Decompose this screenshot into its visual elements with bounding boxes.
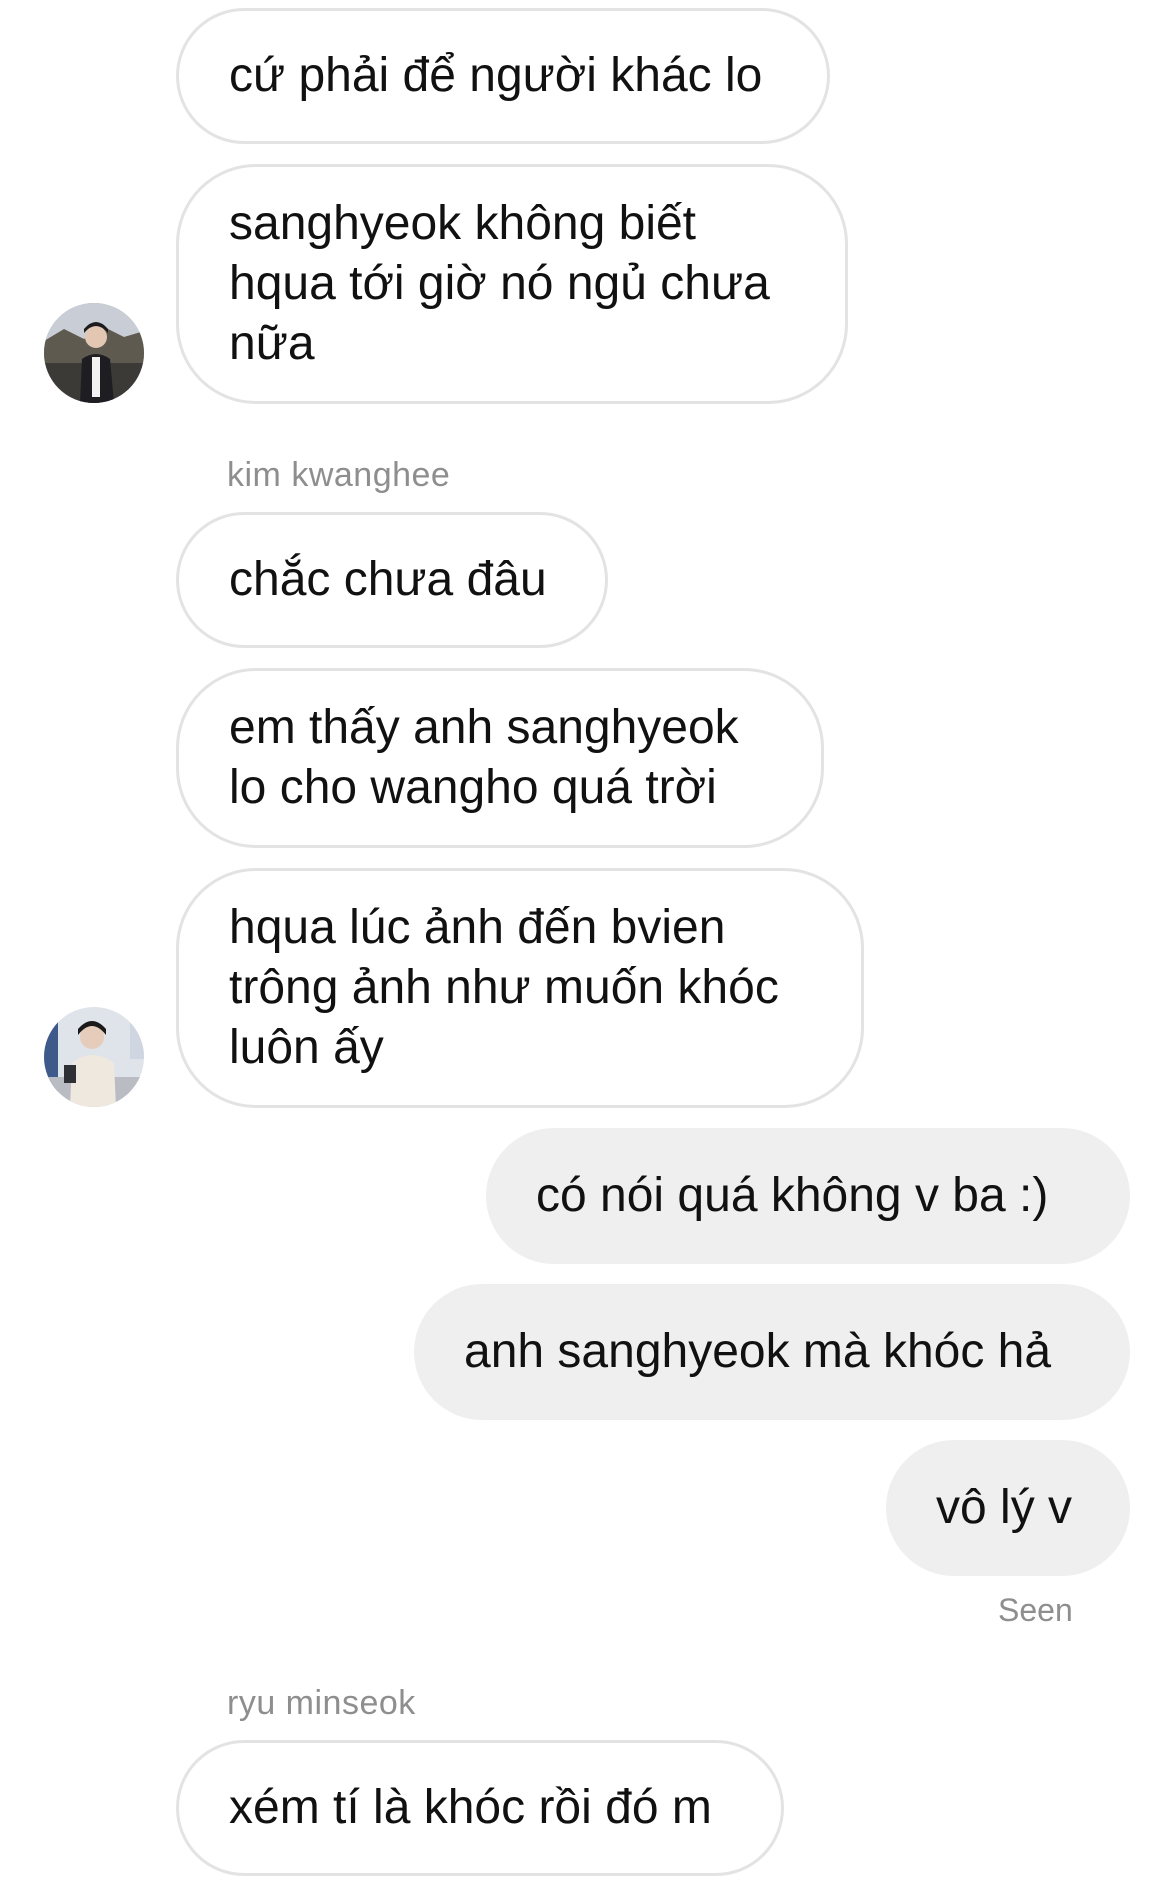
seen-status: Seen — [998, 1592, 1073, 1628]
message-text: anh sanghyeok mà khóc hả — [464, 1325, 1052, 1378]
sender-name: ryu minseok — [227, 1684, 416, 1722]
message-bubble-incoming[interactable]: em thấy anh sanghyeok lo cho wangho quá … — [176, 668, 824, 848]
message-text: hqua lúc ảnh đến bvien trông ảnh như muố… — [229, 901, 779, 1074]
message-text: có nói quá không v ba :) — [536, 1169, 1049, 1222]
avatar-photo-icon — [44, 1007, 144, 1107]
message-text: sanghyeok không biết hqua tới giờ nó ngủ… — [229, 197, 770, 370]
message-text: chắc chưa đâu — [229, 553, 547, 606]
message-bubble-outgoing[interactable]: có nói quá không v ba :) — [486, 1128, 1130, 1264]
sender-avatar[interactable] — [44, 303, 144, 403]
message-bubble-incoming[interactable]: sanghyeok không biết hqua tới giờ nó ngủ… — [176, 164, 848, 404]
message-text: em thấy anh sanghyeok lo cho wangho quá … — [229, 701, 739, 814]
message-text: cứ phải để người khác lo — [229, 49, 763, 102]
sender-name: kim kwanghee — [227, 456, 451, 494]
avatar-photo-icon — [44, 303, 144, 403]
message-bubble-outgoing[interactable]: vô lý v — [886, 1440, 1130, 1576]
message-bubble-incoming[interactable]: xém tí là khóc rồi đó m — [176, 1740, 784, 1876]
message-bubble-incoming[interactable]: cứ phải để người khác lo — [176, 8, 830, 144]
message-text: xém tí là khóc rồi đó m — [229, 1781, 712, 1834]
sender-avatar[interactable] — [44, 1007, 144, 1107]
message-bubble-incoming[interactable]: chắc chưa đâu — [176, 512, 608, 648]
message-bubble-outgoing[interactable]: anh sanghyeok mà khóc hả — [414, 1284, 1130, 1420]
message-bubble-incoming[interactable]: hqua lúc ảnh đến bvien trông ảnh như muố… — [176, 868, 864, 1108]
message-text: vô lý v — [936, 1481, 1073, 1534]
